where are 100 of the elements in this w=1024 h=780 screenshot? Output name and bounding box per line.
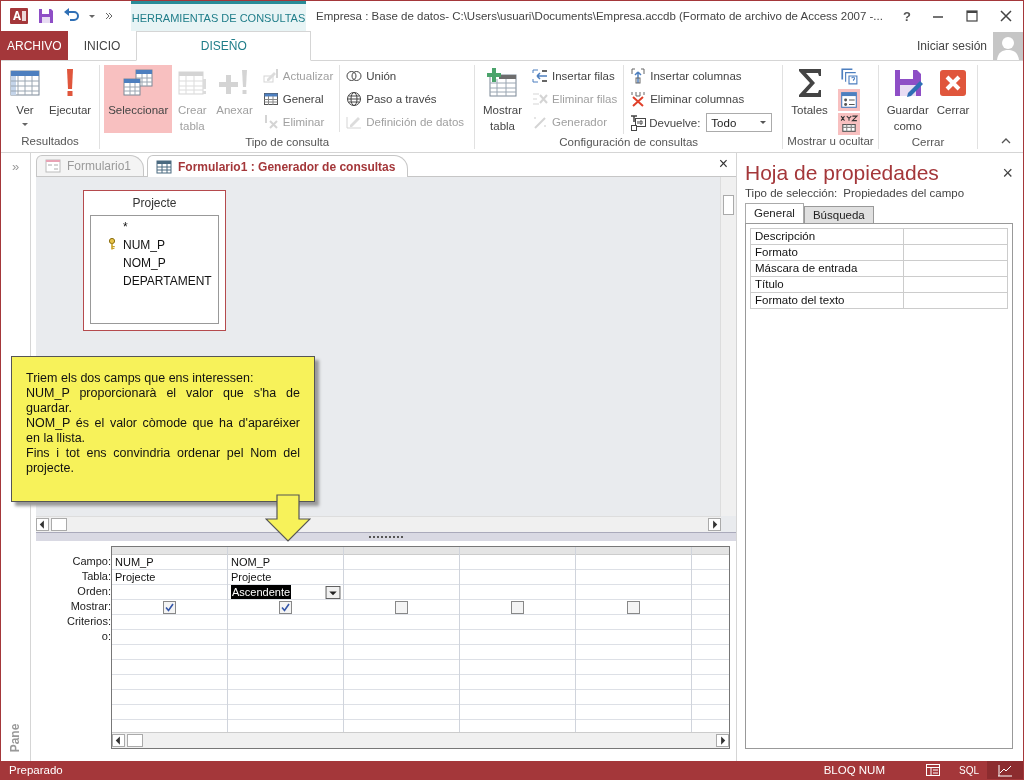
show-checkbox[interactable] <box>395 600 408 614</box>
field-cell[interactable]: NUM_P <box>115 555 154 569</box>
ribbon-button[interactable]: Totales <box>787 65 832 133</box>
property-sheet-button[interactable] <box>837 89 860 111</box>
ribbon-button[interactable]: Eliminar columnas <box>630 88 773 109</box>
field-list[interactable]: Projecte * NUM_P NOM_P DEPARTAMENT <box>83 190 226 331</box>
group-label: Cerrar <box>910 136 946 149</box>
table-cell[interactable]: Projecte <box>115 570 156 584</box>
field-name[interactable]: NOM_P <box>123 256 166 270</box>
horizontal-scrollbar[interactable] <box>112 732 729 748</box>
scroll-left-icon[interactable] <box>36 518 49 531</box>
table-icon <box>262 90 279 107</box>
caret-icon[interactable] <box>759 119 768 126</box>
table-title: Projecte <box>131 195 178 212</box>
ribbon-tab[interactable]: DISEÑO <box>136 31 312 61</box>
globe-icon <box>346 90 363 107</box>
scroll-right-icon[interactable] <box>708 518 721 531</box>
scrollbar-thumb[interactable] <box>127 734 143 747</box>
field-name[interactable]: DEPARTAMENT <box>123 274 212 288</box>
parameters-icon <box>839 67 858 85</box>
ribbon-button[interactable]: Mostrar tabla <box>479 65 526 136</box>
row-label: Campo: <box>71 554 111 569</box>
group-label: Resultados <box>20 135 80 149</box>
show-checkbox[interactable] <box>511 600 524 614</box>
scroll-right-icon[interactable] <box>716 734 729 747</box>
table-icon <box>156 159 173 174</box>
tables-icon <box>122 67 155 99</box>
group-label: Mostrar u ocultar <box>787 135 874 149</box>
ribbon-button[interactable]: Insertar columnas <box>630 65 773 86</box>
sql-view-button[interactable]: SQL <box>951 761 987 779</box>
table-cell[interactable]: Projecte <box>231 570 272 584</box>
customize-icon[interactable] <box>105 12 113 20</box>
help-button[interactable]: ? <box>903 8 911 24</box>
ribbon-button[interactable]: General <box>262 88 334 109</box>
delete-rows-icon <box>532 90 548 107</box>
horizontal-scrollbar[interactable] <box>36 516 721 532</box>
app-logo-icon <box>9 6 29 26</box>
return-dropdown[interactable]: Todo <box>706 113 773 132</box>
ribbon-button[interactable]: Insertar filas <box>532 65 618 86</box>
property-tab[interactable]: Búsqueda <box>803 206 874 223</box>
show-checkbox[interactable] <box>627 600 640 614</box>
maximize-icon[interactable] <box>965 9 979 23</box>
design-view-button[interactable] <box>987 761 1023 779</box>
callout-text: Triem els dos camps que ens interessen: <box>26 371 255 386</box>
exclamation-icon <box>66 69 75 96</box>
document-tab[interactable]: Formulario1 : Generador de consultas <box>147 155 409 177</box>
ribbon-button[interactable]: Unión <box>346 65 465 86</box>
sign-in-link[interactable]: Iniciar sesión <box>916 38 987 53</box>
window-title: Empresa : Base de datos- C:\Users\usuari\Documents\Empresa.accdb (Formato de archivo de Access 2007 -... <box>316 10 883 22</box>
ribbon-button[interactable]: Guardar como <box>882 65 933 136</box>
ribbon-button[interactable]: Paso a través <box>346 88 465 109</box>
row-label: Orden: <box>76 584 111 599</box>
num-lock-indicator: BLOQ NUM <box>823 764 885 776</box>
vertical-scrollbar[interactable] <box>720 177 736 516</box>
close-icon[interactable] <box>999 9 1013 23</box>
ribbon-tab[interactable]: INICIO <box>67 31 137 60</box>
status-text: Preparado <box>8 764 63 776</box>
sort-cell[interactable]: Ascendente <box>231 585 292 599</box>
selection-type-value: Propiedades del campo <box>843 187 965 199</box>
save-icon[interactable] <box>38 8 54 24</box>
insert-columns-icon <box>630 67 647 84</box>
field-name[interactable]: NUM_P <box>123 238 165 252</box>
close-button[interactable]: × <box>710 155 736 176</box>
insert-rows-icon <box>532 67 548 84</box>
ribbon-button[interactable]: Seleccionar <box>104 65 173 133</box>
scrollbar-thumb[interactable] <box>723 195 734 215</box>
callout-text: NOM_P és el valor còmode que ha d'aparéixer en la llista. <box>26 416 300 446</box>
property-name: Formato del texto <box>751 293 904 308</box>
show-checkbox[interactable] <box>279 600 292 614</box>
delete-icon <box>262 113 279 130</box>
group-label: Tipo de consulta <box>244 136 331 149</box>
table-plus-icon <box>486 67 519 99</box>
caret-icon[interactable] <box>88 12 96 20</box>
undo-icon[interactable] <box>63 8 79 24</box>
close-button[interactable]: × <box>1002 162 1013 184</box>
delete-column-icon <box>630 90 647 107</box>
property-name: Descripción <box>751 229 904 244</box>
table-names-button[interactable] <box>837 113 860 135</box>
caret-icon[interactable] <box>21 122 29 128</box>
ribbon-tab[interactable]: ARCHIVO <box>1 31 68 60</box>
row-label: Mostrar: <box>69 599 111 614</box>
collapse-ribbon-icon[interactable] <box>1001 138 1011 144</box>
ribbon-button[interactable]: Ejecutar <box>45 65 96 133</box>
datasheet-icon <box>925 763 941 777</box>
design-grid[interactable]: NUM_P Projecte NOM_P Projecte Ascendente <box>111 546 730 749</box>
ribbon-button[interactable]: Ver <box>5 65 45 133</box>
dropdown-icon[interactable] <box>325 585 341 599</box>
property-name: Título <box>751 277 904 292</box>
show-checkbox[interactable] <box>163 600 176 614</box>
field-name[interactable]: * <box>123 220 128 234</box>
scroll-left-icon[interactable] <box>112 734 125 747</box>
row-label: Tabla: <box>80 569 111 584</box>
ribbon-button[interactable]: Cerrar <box>932 65 974 133</box>
table-names-icon <box>839 115 858 133</box>
callout-text: Fins i tot ens convindria ordenar pel Nom del projecte. <box>26 446 300 476</box>
field-cell[interactable]: NOM_P <box>231 555 271 569</box>
combo-label: Devuelve: <box>649 116 701 129</box>
row-label: Criterios: <box>66 614 111 629</box>
scrollbar-thumb[interactable] <box>51 518 67 531</box>
property-tab[interactable]: General <box>745 203 804 223</box>
